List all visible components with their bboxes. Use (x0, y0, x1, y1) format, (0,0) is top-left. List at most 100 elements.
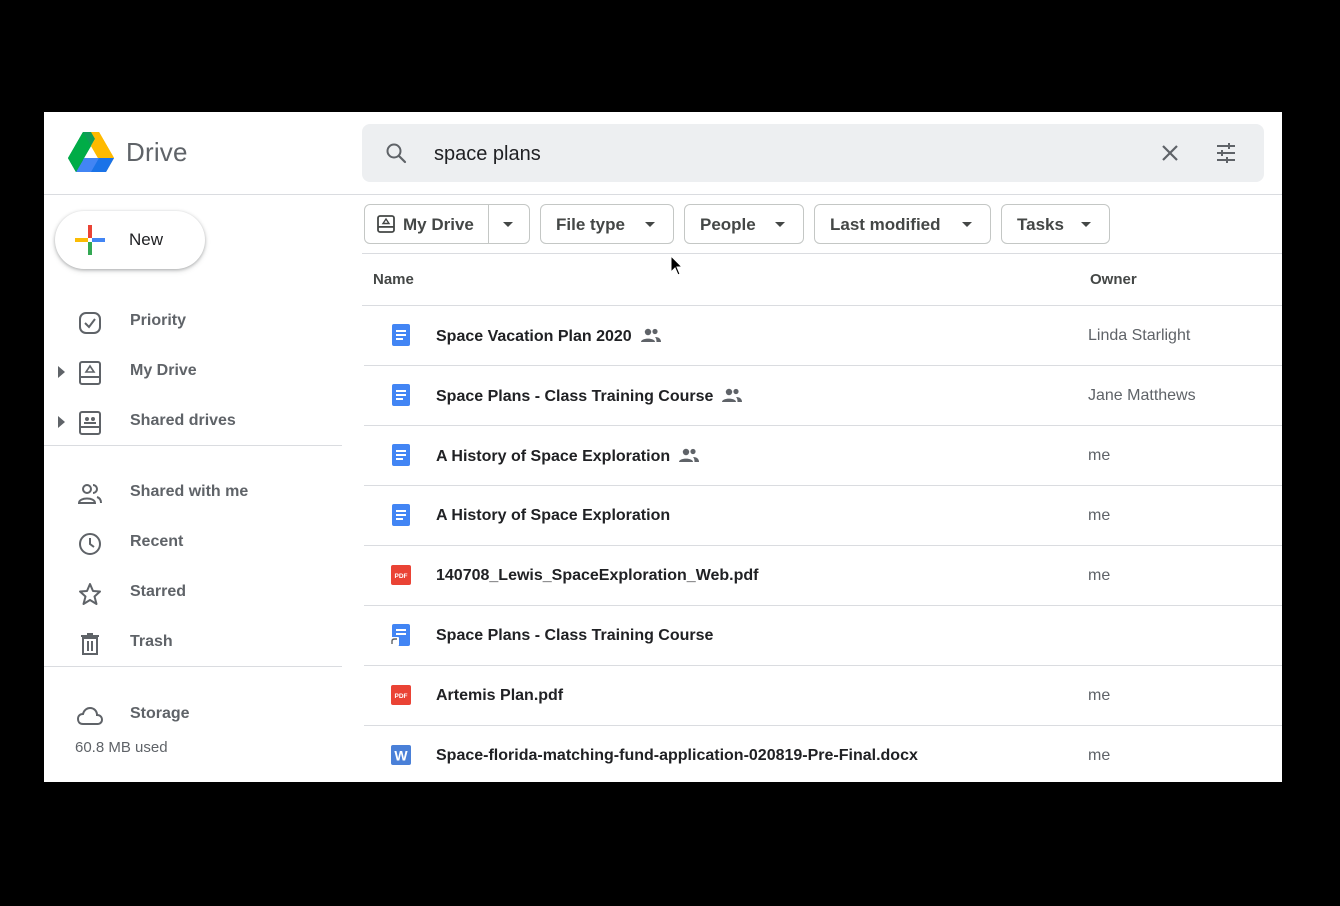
sidebar-item-label: Storage (130, 705, 190, 722)
chip-divider (488, 205, 489, 243)
filter-my-drive[interactable]: My Drive (364, 204, 530, 244)
file-owner: Jane Matthews (1088, 387, 1196, 404)
shared-drives-icon (79, 411, 101, 435)
file-name: A History of Space Exploration (436, 507, 671, 524)
drive-logo-icon[interactable] (68, 132, 114, 174)
file-name: Artemis Plan.pdf (436, 687, 564, 704)
search-input[interactable] (432, 138, 1136, 170)
file-owner: me (1088, 507, 1111, 524)
filter-label: Last modified (830, 215, 941, 234)
google-doc-icon (392, 504, 410, 526)
svg-text:PDF: PDF (395, 693, 408, 700)
shared-people-icon (679, 448, 700, 462)
app-name: Drive (126, 137, 188, 167)
file-name: Space-florida-matching-fund-application-… (436, 747, 918, 764)
file-owner: me (1088, 447, 1111, 464)
clock-icon (79, 533, 101, 555)
file-row[interactable]: W Space-florida-matching-fund-application… (364, 726, 1282, 782)
file-name: Space Plans - Class Training Course (436, 387, 743, 406)
column-header-owner[interactable]: Owner (1090, 271, 1137, 288)
column-header-name[interactable]: Name (373, 271, 414, 288)
google-doc-shortcut-icon (390, 624, 410, 646)
file-name: Space Plans - Class Training Course (436, 627, 714, 644)
storage-used-text: 60.8 MB used (75, 739, 168, 756)
priority-icon (79, 312, 101, 334)
sidebar-item-priority[interactable]: Priority (44, 302, 342, 342)
sidebar-item-label: Starred (130, 583, 187, 600)
sidebar-divider (44, 666, 342, 667)
file-owner: me (1088, 687, 1111, 704)
drive-window: Drive space plans New Priority My Drive … (44, 112, 1282, 782)
svg-text:W: W (394, 748, 408, 764)
expand-arrow-icon[interactable] (58, 366, 66, 378)
filter-people[interactable]: People (684, 204, 804, 244)
search-icon[interactable] (384, 141, 408, 165)
mouse-cursor-icon (670, 255, 684, 276)
google-doc-icon (392, 324, 410, 346)
file-row[interactable]: PDF Artemis Plan.pdf me (364, 666, 1282, 726)
sidebar-item-shared-with-me[interactable]: Shared with me (44, 473, 342, 513)
chevron-down-icon[interactable] (503, 222, 513, 227)
divider (362, 253, 1282, 254)
plus-icon (75, 225, 105, 255)
svg-text:PDF: PDF (395, 573, 408, 580)
file-owner: Linda Starlight (1088, 327, 1191, 344)
filter-label: People (700, 215, 756, 234)
filter-last-modified[interactable]: Last modified (814, 204, 991, 244)
sidebar-item-label: Shared with me (130, 483, 249, 500)
google-doc-icon (392, 384, 410, 406)
new-button[interactable]: New (55, 211, 205, 269)
my-drive-icon (79, 361, 101, 385)
filter-label: My Drive (403, 215, 474, 234)
file-row[interactable]: Space Plans - Class Training Course Jane … (364, 366, 1282, 426)
trash-icon (81, 633, 99, 655)
file-row[interactable]: Space Vacation Plan 2020 Linda Starlight (364, 306, 1282, 366)
shared-with-me-icon (77, 484, 102, 504)
sidebar-item-label: Recent (130, 533, 184, 550)
file-row[interactable]: PDF 140708_Lewis_SpaceExploration_Web.pdf… (364, 546, 1282, 606)
filter-tasks[interactable]: Tasks (1001, 204, 1110, 244)
expand-arrow-icon[interactable] (58, 416, 66, 428)
cloud-icon (76, 706, 104, 725)
search-options-icon[interactable] (1214, 141, 1238, 165)
pdf-icon: PDF (391, 685, 411, 705)
pdf-icon: PDF (391, 565, 411, 585)
file-name: 140708_Lewis_SpaceExploration_Web.pdf (436, 567, 759, 584)
chevron-down-icon (775, 222, 785, 227)
close-icon[interactable] (1158, 141, 1182, 165)
sidebar-item-storage[interactable]: Storage (44, 695, 342, 735)
file-row[interactable]: A History of Space Exploration me (364, 426, 1282, 486)
file-name: A History of Space Exploration (436, 447, 700, 466)
chevron-down-icon (645, 222, 655, 227)
new-button-label: New (129, 230, 164, 249)
filter-label: File type (556, 215, 625, 234)
filter-file-type[interactable]: File type (540, 204, 674, 244)
star-icon (79, 583, 101, 605)
sidebar-item-label: Shared drives (130, 412, 236, 429)
file-row[interactable]: Space Plans - Class Training Course (364, 606, 1282, 666)
word-doc-icon: W (391, 745, 411, 765)
filter-label: Tasks (1017, 215, 1064, 234)
sidebar-item-starred[interactable]: Starred (44, 573, 342, 613)
sidebar-item-label: My Drive (130, 362, 197, 379)
sidebar-divider (44, 445, 342, 446)
file-name: Space Vacation Plan 2020 (436, 327, 662, 346)
sidebar-item-label: Trash (130, 633, 173, 650)
chevron-down-icon (1081, 222, 1091, 227)
chevron-down-icon (962, 222, 972, 227)
header: Drive (44, 112, 1282, 195)
shared-people-icon (722, 388, 743, 402)
google-doc-icon (392, 444, 410, 466)
sidebar-item-my-drive[interactable]: My Drive (44, 352, 342, 392)
sidebar-item-shared-drives[interactable]: Shared drives (44, 402, 342, 442)
sidebar-item-recent[interactable]: Recent (44, 523, 342, 563)
my-drive-icon (377, 215, 395, 233)
sidebar: New Priority My Drive Shared drives Shar… (44, 195, 342, 782)
sidebar-item-label: Priority (130, 312, 187, 329)
file-owner: me (1088, 567, 1111, 584)
sidebar-item-trash[interactable]: Trash (44, 623, 342, 663)
file-owner: me (1088, 747, 1111, 764)
search-bar (362, 124, 1264, 182)
shared-people-icon (640, 328, 661, 342)
file-row[interactable]: A History of Space Exploration me (364, 486, 1282, 546)
